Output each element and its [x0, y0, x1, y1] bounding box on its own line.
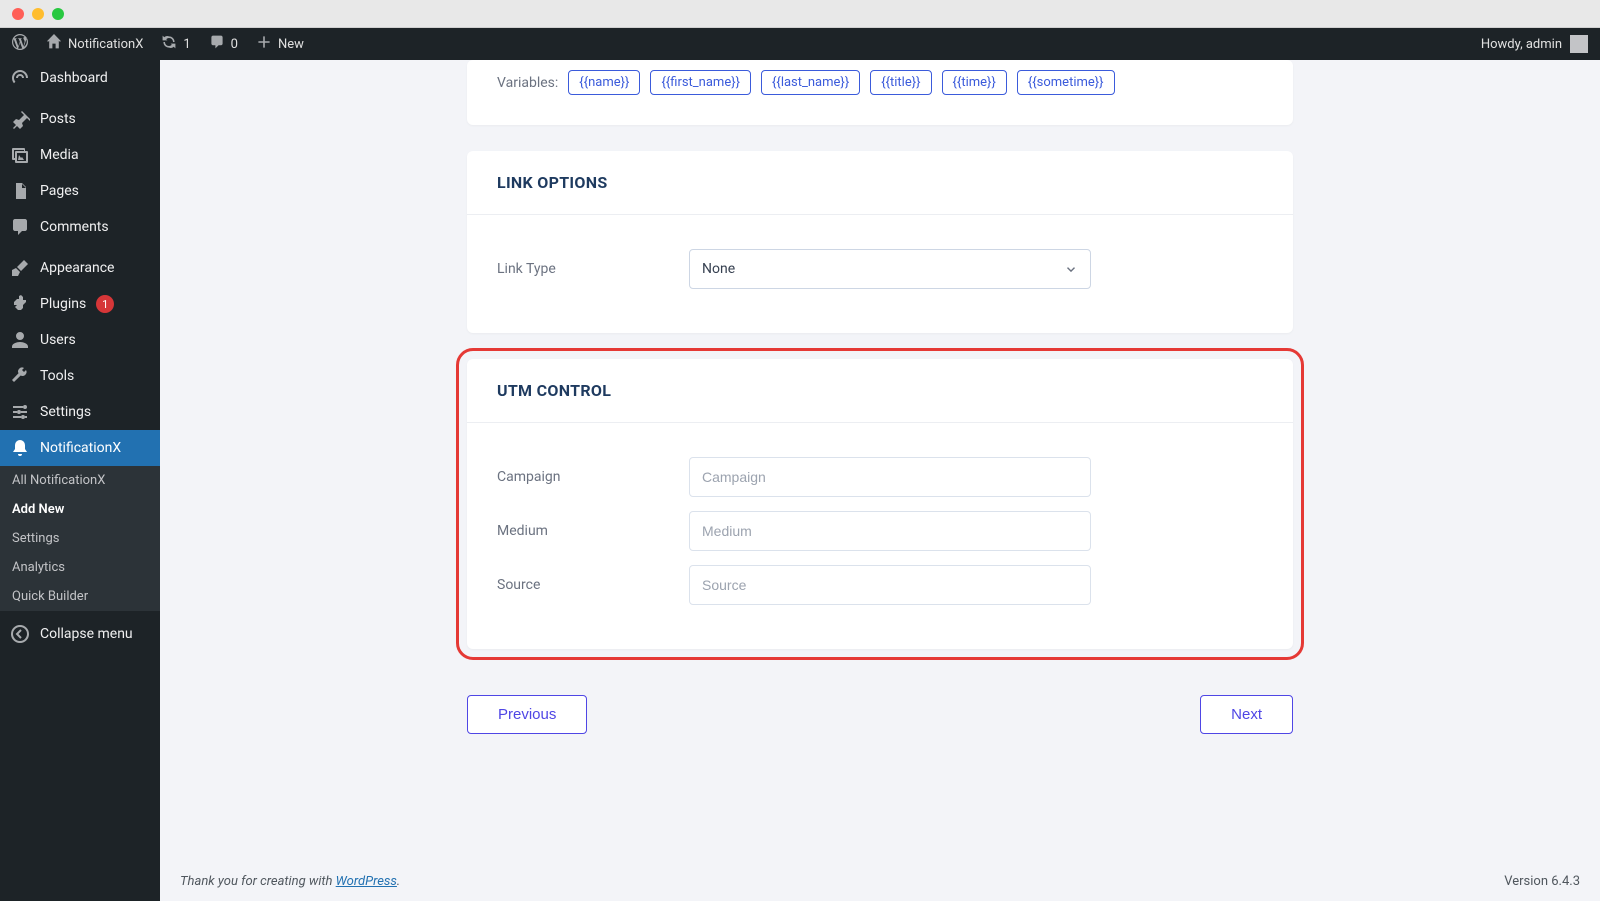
- wordpress-link[interactable]: WordPress: [336, 874, 397, 889]
- plus-icon: [256, 34, 272, 54]
- var-tag-time[interactable]: {{time}}: [942, 70, 1007, 95]
- medium-label: Medium: [497, 523, 689, 539]
- sidebar-item-label: Users: [40, 332, 76, 348]
- wp-version: Version 6.4.3: [1504, 874, 1580, 889]
- wp-logo-menu[interactable]: [12, 34, 28, 54]
- sidebar-item-comments[interactable]: Comments: [0, 209, 160, 245]
- sidebar-item-label: Comments: [40, 219, 109, 235]
- sidebar-item-label: Posts: [40, 111, 76, 127]
- sliders-icon: [10, 402, 30, 422]
- updates-menu[interactable]: 1: [161, 34, 190, 54]
- update-icon: [161, 34, 177, 54]
- collapse-icon: [10, 624, 30, 644]
- wp-admin-bar: NotificationX 1 0 New Howdy, admin: [0, 28, 1600, 60]
- comments-menu[interactable]: 0: [209, 34, 238, 54]
- var-tag-sometime[interactable]: {{sometime}}: [1017, 70, 1115, 95]
- mac-window-chrome: [0, 0, 1600, 28]
- plugin-icon: [10, 294, 30, 314]
- notificationx-submenu: All NotificationX Add New Settings Analy…: [0, 466, 160, 611]
- link-type-label: Link Type: [497, 261, 689, 277]
- my-account-menu[interactable]: Howdy, admin: [1481, 35, 1588, 53]
- sidebar-item-label: NotificationX: [40, 440, 121, 456]
- sidebar-item-tools[interactable]: Tools: [0, 358, 160, 394]
- link-type-value: None: [702, 261, 735, 277]
- user-icon: [10, 330, 30, 350]
- previous-button[interactable]: Previous: [467, 695, 587, 734]
- sidebar-item-pages[interactable]: Pages: [0, 173, 160, 209]
- var-tag-last-name[interactable]: {{last_name}}: [761, 70, 860, 95]
- sidebar-item-media[interactable]: Media: [0, 137, 160, 173]
- home-icon: [46, 34, 62, 54]
- link-type-select[interactable]: None: [689, 249, 1091, 289]
- page-icon: [10, 181, 30, 201]
- sidebar-item-notificationx[interactable]: NotificationX: [0, 430, 160, 466]
- utm-control-title: UTM CONTROL: [467, 359, 1293, 423]
- sidebar-item-label: Media: [40, 147, 79, 163]
- sidebar-item-plugins[interactable]: Plugins 1: [0, 286, 160, 322]
- new-label: New: [278, 37, 304, 52]
- comment-icon: [209, 34, 225, 54]
- link-options-title: LINK OPTIONS: [467, 151, 1293, 215]
- chevron-down-icon: [1064, 262, 1078, 276]
- new-content-menu[interactable]: New: [256, 34, 304, 54]
- sidebar-item-label: Pages: [40, 183, 79, 199]
- wrench-icon: [10, 366, 30, 386]
- dashboard-icon: [10, 68, 30, 88]
- submenu-quick-builder[interactable]: Quick Builder: [0, 582, 160, 611]
- source-label: Source: [497, 577, 689, 593]
- sidebar-item-posts[interactable]: Posts: [0, 101, 160, 137]
- var-tag-name[interactable]: {{name}}: [568, 70, 640, 95]
- sidebar-item-users[interactable]: Users: [0, 322, 160, 358]
- var-tag-title[interactable]: {{title}}: [870, 70, 931, 95]
- submenu-all-notificationx[interactable]: All NotificationX: [0, 466, 160, 495]
- pin-icon: [10, 109, 30, 129]
- comments-icon: [10, 217, 30, 237]
- sidebar-item-dashboard[interactable]: Dashboard: [0, 60, 160, 96]
- howdy-text: Howdy, admin: [1481, 37, 1562, 52]
- site-title: NotificationX: [68, 37, 143, 52]
- var-tag-first-name[interactable]: {{first_name}}: [650, 70, 751, 95]
- next-button[interactable]: Next: [1200, 695, 1293, 734]
- traffic-zoom[interactable]: [52, 8, 64, 20]
- link-options-card: LINK OPTIONS Link Type None: [467, 151, 1293, 333]
- comments-count: 0: [231, 37, 238, 52]
- footer-thank-suffix: .: [397, 874, 400, 889]
- bell-icon: [10, 438, 30, 458]
- sidebar-item-label: Tools: [40, 368, 74, 384]
- submenu-settings[interactable]: Settings: [0, 524, 160, 553]
- media-icon: [10, 145, 30, 165]
- plugins-badge: 1: [96, 295, 114, 313]
- wp-footer: Thank you for creating with WordPress. V…: [160, 862, 1600, 901]
- utm-control-card: UTM CONTROL Campaign Medium Source: [467, 359, 1293, 649]
- campaign-input[interactable]: [689, 457, 1091, 497]
- nav-buttons: Previous Next: [467, 695, 1293, 734]
- collapse-label: Collapse menu: [40, 626, 133, 642]
- medium-input[interactable]: [689, 511, 1091, 551]
- sidebar-item-appearance[interactable]: Appearance: [0, 250, 160, 286]
- source-input[interactable]: [689, 565, 1091, 605]
- sidebar-item-label: Appearance: [40, 260, 114, 276]
- traffic-close[interactable]: [12, 8, 24, 20]
- campaign-label: Campaign: [497, 469, 689, 485]
- submenu-add-new[interactable]: Add New: [0, 495, 160, 524]
- admin-sidebar: Dashboard Posts Media Pages Comments App…: [0, 60, 160, 901]
- sidebar-item-label: Plugins: [40, 296, 86, 312]
- submenu-analytics[interactable]: Analytics: [0, 553, 160, 582]
- avatar: [1570, 35, 1588, 53]
- sidebar-item-settings[interactable]: Settings: [0, 394, 160, 430]
- collapse-menu[interactable]: Collapse menu: [0, 616, 160, 652]
- variables-label: Variables:: [497, 75, 558, 91]
- sidebar-item-label: Dashboard: [40, 70, 108, 86]
- site-name-menu[interactable]: NotificationX: [46, 34, 143, 54]
- traffic-minimize[interactable]: [32, 8, 44, 20]
- wordpress-icon: [12, 34, 28, 54]
- brush-icon: [10, 258, 30, 278]
- updates-count: 1: [183, 37, 190, 52]
- footer-thank-prefix: Thank you for creating with: [180, 874, 336, 889]
- sidebar-item-label: Settings: [40, 404, 91, 420]
- main-content: Variables: {{name}} {{first_name}} {{las…: [160, 60, 1600, 901]
- template-card: Variables: {{name}} {{first_name}} {{las…: [467, 60, 1293, 125]
